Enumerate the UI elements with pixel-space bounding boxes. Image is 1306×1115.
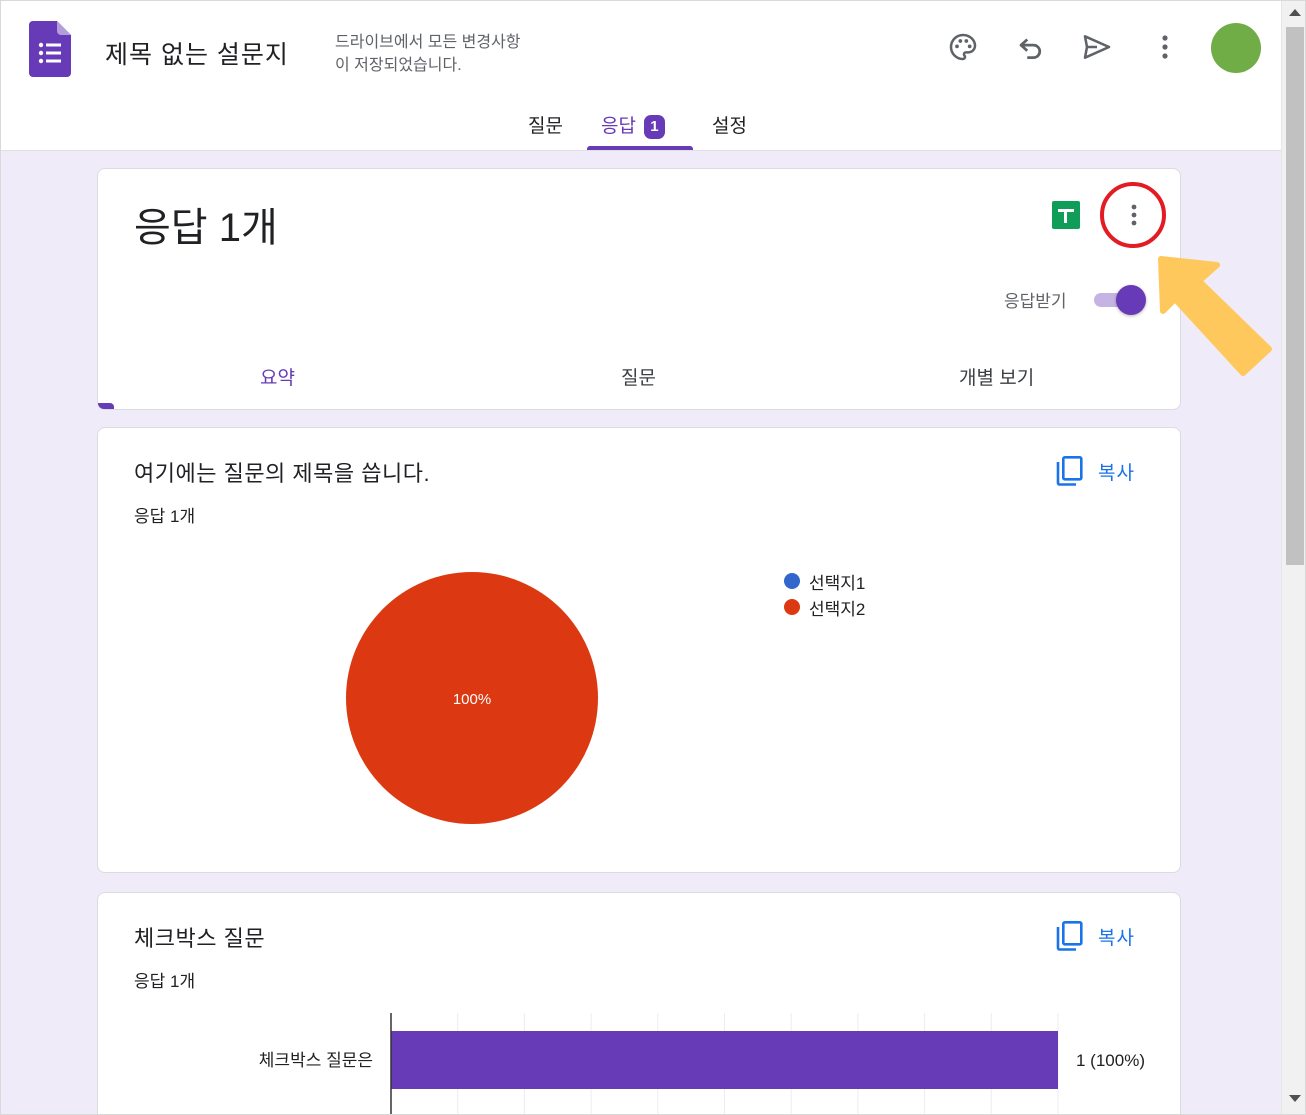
tab-responses[interactable]: 응답 1: [601, 111, 665, 139]
scrollbar-thumb[interactable]: [1286, 27, 1304, 565]
active-subtab-indicator: [98, 403, 114, 409]
legend-item: 선택지1: [784, 568, 865, 594]
pie-chart: 100%: [346, 572, 598, 824]
more-options-icon[interactable]: [1145, 27, 1185, 67]
undo-icon[interactable]: [1011, 27, 1051, 67]
pie-slice-label: 100%: [453, 691, 491, 708]
browser-frame: 제목 없는 설문지 드라이브에서 모든 변경사항 이 저장되었습니다. 질문 응…: [0, 0, 1306, 1115]
copy-chart-button[interactable]: 복사: [1056, 921, 1135, 951]
legend-swatch: [784, 599, 800, 615]
copy-chart-button[interactable]: 복사: [1056, 456, 1135, 486]
google-sheets-icon[interactable]: [1052, 201, 1080, 229]
checkbox-question-card: 체크박스 질문 응답 1개 복사 체크박스 질문은 1 (100%): [97, 892, 1181, 1114]
accept-responses-label: 응답받기: [1004, 292, 1067, 311]
app-header: 제목 없는 설문지 드라이브에서 모든 변경사항 이 저장되었습니다. 질문 응…: [1, 1, 1281, 151]
form-title[interactable]: 제목 없는 설문지: [105, 35, 289, 71]
subtab-summary[interactable]: 요약: [260, 363, 295, 390]
legend-label: 선택지1: [809, 573, 866, 593]
bar-chart: 체크박스 질문은 1 (100%): [259, 1013, 1145, 1114]
copy-icon: [1056, 456, 1083, 486]
legend-label: 선택지2: [809, 599, 866, 619]
question-summary-card: 여기에는 질문의 제목을 씁니다. 응답 1개 복사 100% 선택지1 선택지2: [97, 427, 1181, 873]
account-avatar[interactable]: [1211, 23, 1261, 73]
tab-settings[interactable]: 설정: [712, 111, 747, 138]
scroll-down-arrow-icon[interactable]: [1289, 1095, 1301, 1102]
active-tab-indicator: [587, 146, 693, 150]
google-forms-logo-icon[interactable]: [29, 21, 71, 77]
scroll-up-arrow-icon[interactable]: [1289, 9, 1301, 16]
bar-value-label: 1 (100%): [1076, 1051, 1145, 1070]
responses-count-title: 응답 1개: [134, 206, 278, 250]
send-icon[interactable]: [1077, 27, 1117, 67]
responses-content: 응답 1개 응답받기 요약 질문 개별 보기 여기에는 질문의 제목을 씁니다.…: [1, 151, 1281, 1114]
pie-legend: 선택지1 선택지2: [784, 568, 865, 620]
question-response-count: 응답 1개: [134, 972, 196, 991]
subtab-question[interactable]: 질문: [621, 363, 656, 390]
save-status: 드라이브에서 모든 변경사항 이 저장되었습니다.: [335, 34, 521, 74]
accept-responses-toggle[interactable]: [1116, 285, 1146, 315]
bar-category-label: 체크박스 질문은: [259, 1051, 373, 1070]
question-title: 여기에는 질문의 제목을 씁니다.: [134, 461, 431, 486]
question-title: 체크박스 질문: [134, 926, 266, 951]
responses-summary-card: 응답 1개 응답받기 요약 질문 개별 보기: [97, 168, 1181, 410]
tab-questions[interactable]: 질문: [528, 111, 563, 138]
responses-more-options-icon[interactable]: [1116, 195, 1152, 235]
subtab-individual[interactable]: 개별 보기: [959, 363, 1034, 390]
question-response-count: 응답 1개: [134, 507, 196, 526]
bar: [391, 1031, 1058, 1089]
response-count-badge: 1: [643, 115, 665, 139]
palette-icon[interactable]: [943, 27, 983, 67]
main-tabs: 질문 응답 1 설정: [1, 101, 1281, 151]
legend-swatch: [784, 573, 800, 589]
legend-item: 선택지2: [784, 594, 865, 620]
copy-icon: [1056, 921, 1083, 951]
vertical-scrollbar[interactable]: [1281, 1, 1305, 1114]
